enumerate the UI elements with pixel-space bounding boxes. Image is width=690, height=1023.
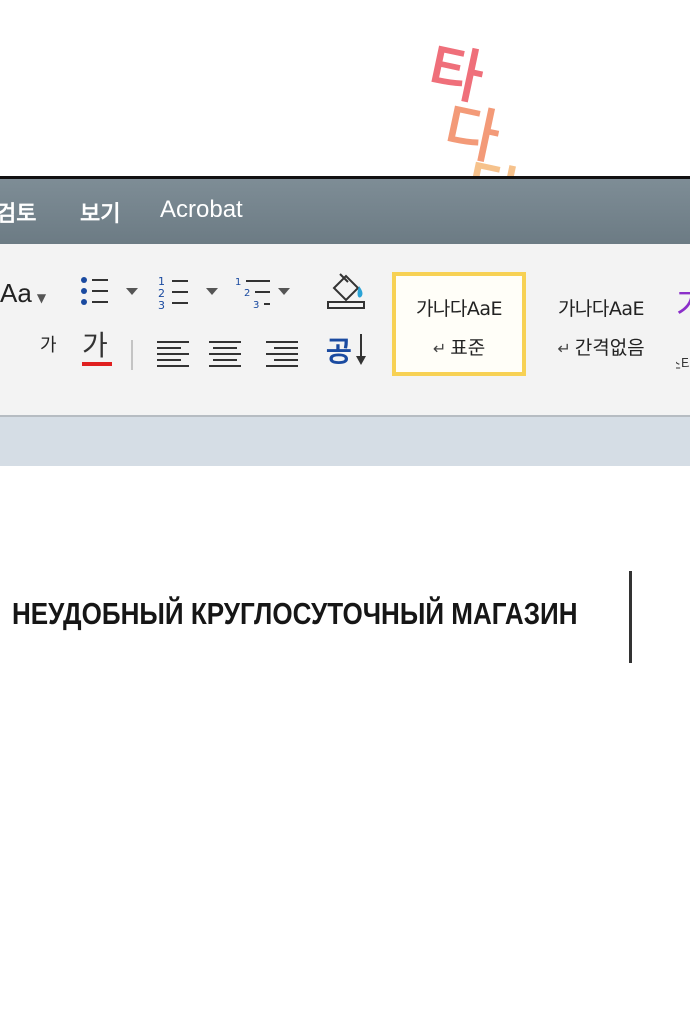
style-peek-label: 스타 — [676, 357, 690, 373]
font-color-glyph: 가 — [82, 329, 108, 362]
sort-button[interactable]: 공 — [326, 330, 368, 370]
paint-bucket-icon — [327, 273, 365, 309]
style-peek-sample: 가 — [676, 286, 690, 326]
ribbon-separator — [131, 340, 133, 370]
font-color-swatch — [82, 362, 112, 366]
shading-button[interactable] — [326, 270, 368, 314]
paragraph-mark-icon: ↵ — [557, 339, 571, 358]
style-no-spacing[interactable]: 가나다AaE ↵ 간격없음 — [536, 272, 666, 368]
align-center-button[interactable] — [208, 338, 242, 372]
menu-item-acrobat[interactable]: Acrobat — [160, 196, 243, 224]
align-left-icon — [157, 341, 189, 367]
style-normal[interactable]: 가나다AaE ↵ 표준 — [392, 272, 526, 376]
ruler-strip — [0, 417, 690, 466]
menu-item-review[interactable]: 검토 — [0, 196, 36, 228]
align-right-button[interactable] — [265, 338, 299, 372]
style-normal-sample: 가나다AaE — [415, 298, 503, 320]
paragraph-mark-icon: ↵ — [432, 339, 447, 358]
multilevel-list-button[interactable]: 1 2 3 — [234, 274, 294, 316]
font-color-button[interactable]: 가 — [82, 324, 112, 368]
svg-text:2: 2 — [244, 288, 250, 299]
chevron-down-icon: ▼ — [36, 291, 47, 305]
align-left-button[interactable] — [156, 338, 190, 372]
align-center-icon — [209, 341, 241, 367]
sort-arrow-icon — [356, 334, 366, 365]
style-gallery-next-peek[interactable]: 가 스타 — [676, 278, 690, 378]
change-case-label: Aa — [0, 278, 32, 308]
svg-text:3: 3 — [253, 300, 259, 311]
bullets-button[interactable] — [78, 274, 142, 314]
text-cursor — [629, 571, 632, 663]
style-no-spacing-sample: 가나다AaE — [557, 298, 645, 320]
menu-item-view[interactable]: 보기 — [80, 196, 120, 228]
character-border-button[interactable]: 가 — [40, 331, 57, 357]
svg-text:1: 1 — [235, 277, 241, 288]
align-right-icon — [266, 341, 298, 367]
numbered-list-icon: 1 2 3 — [158, 275, 218, 312]
document-title: НЕУДОБНЫЙ КРУГЛОСУТОЧНЫЙ МАГАЗИН — [12, 596, 578, 631]
style-normal-label: ↵ 표준 — [432, 337, 486, 359]
bullet-list-icon — [81, 277, 138, 305]
change-case-button[interactable]: Aa ▼ — [0, 278, 46, 309]
svg-text:3: 3 — [158, 299, 165, 312]
style-no-spacing-label: ↵ 간격없음 — [557, 337, 645, 359]
menu-bar: 검토 보기 Acrobat — [0, 179, 690, 244]
multilevel-list-icon: 1 2 3 — [235, 277, 290, 311]
ribbon-toolbar: Aa ▼ 1 2 3 1 2 3 가 가 공 가나다AaE ↵ 표준 가나다Aa… — [0, 244, 690, 417]
sort-glyph: 공 — [326, 335, 352, 368]
numbering-button[interactable]: 1 2 3 — [156, 274, 222, 316]
